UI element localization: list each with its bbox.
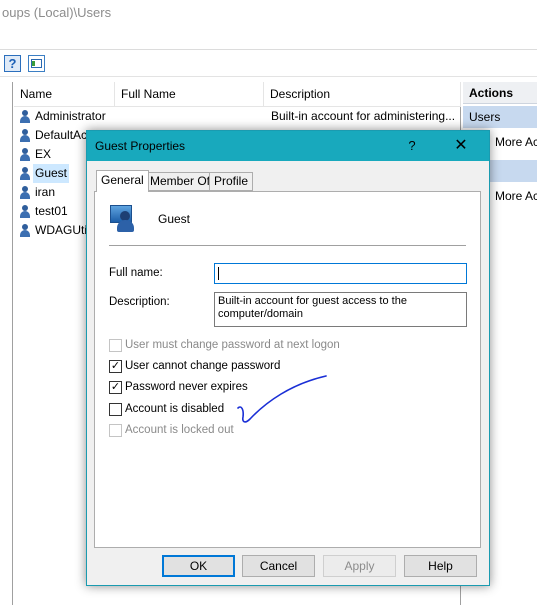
- full-name-label: Full name:: [109, 267, 163, 279]
- checkmark-icon[interactable]: ✓: [109, 360, 122, 373]
- user-icon: [18, 224, 32, 237]
- account-name: Guest: [158, 212, 191, 226]
- toolbar: ?: [0, 51, 537, 77]
- window-path: oups (Local)\Users: [2, 5, 112, 20]
- guest-more-actions-link[interactable]: More Ac: [495, 189, 537, 203]
- checkbox-box: [109, 339, 122, 352]
- user-icon: [18, 129, 32, 142]
- column-header-description[interactable]: Description: [264, 82, 461, 106]
- actions-users-header[interactable]: Users: [463, 106, 537, 128]
- dialog-titlebar[interactable]: Guest Properties ? ✕: [87, 131, 489, 161]
- tab-profile[interactable]: Profile: [209, 172, 254, 191]
- help-icon[interactable]: ?: [4, 55, 21, 72]
- checkbox-label: Password never expires: [125, 381, 248, 393]
- ok-button[interactable]: OK: [162, 555, 235, 577]
- handdrawn-checkmark-annotation: [237, 375, 327, 423]
- full-name-field[interactable]: [214, 263, 467, 284]
- actions-title: Actions: [463, 82, 537, 104]
- dialog-close-button[interactable]: ✕: [449, 136, 473, 156]
- guest-properties-dialog: Guest Properties ? ✕ General Member Of P…: [86, 130, 490, 586]
- window-path-bar: oups (Local)\Users: [0, 0, 537, 50]
- user-name: WDAGUti: [35, 223, 87, 237]
- checkbox-box[interactable]: [109, 403, 122, 416]
- user-icon: [18, 167, 32, 180]
- users-more-actions-link[interactable]: More Ac: [495, 135, 537, 149]
- checkbox-label: User must change password at next logon: [125, 339, 340, 351]
- help-button[interactable]: Help: [404, 555, 477, 577]
- user-icon: [18, 148, 32, 161]
- user-account-icon: [108, 203, 140, 235]
- dialog-title: Guest Properties: [95, 139, 186, 153]
- separator: [109, 245, 466, 246]
- user-name: Administrator: [35, 109, 106, 123]
- console-tree-pane: [0, 82, 13, 605]
- user-icon: [18, 205, 32, 218]
- column-header-full-name[interactable]: Full Name: [115, 82, 264, 106]
- general-tab-page: Guest Full name: Description: Built-in a…: [94, 191, 481, 548]
- user-name: iran: [35, 185, 56, 199]
- show-hide-action-pane-icon[interactable]: [28, 55, 45, 72]
- checkbox-label: Account is locked out: [125, 424, 234, 436]
- user-description: Built-in account for administering...: [271, 109, 456, 123]
- apply-button: Apply: [323, 555, 396, 577]
- description-label: Description:: [109, 296, 170, 308]
- checkbox-label: Account is disabled: [125, 403, 225, 415]
- tab-general[interactable]: General: [96, 170, 149, 192]
- cancel-button[interactable]: Cancel: [242, 555, 315, 577]
- list-header: Name Full Name Description: [14, 82, 461, 107]
- user-icon: [18, 186, 32, 199]
- user-icon: [18, 110, 32, 123]
- user-name: Guest: [33, 164, 70, 183]
- dialog-help-button[interactable]: ?: [400, 136, 424, 156]
- checkmark-icon[interactable]: ✓: [109, 381, 122, 394]
- text-caret: [218, 267, 219, 280]
- user-name: DefaultAc: [35, 128, 88, 142]
- user-name: test01: [35, 204, 68, 218]
- tab-member-of[interactable]: Member Of: [145, 172, 216, 191]
- checkbox-box: [109, 424, 122, 437]
- user-row[interactable]: Administrator Built-in account for admin…: [18, 107, 458, 126]
- description-field[interactable]: Built-in account for guest access to the…: [214, 292, 467, 327]
- column-header-name[interactable]: Name: [14, 82, 115, 106]
- user-name: EX: [35, 147, 52, 161]
